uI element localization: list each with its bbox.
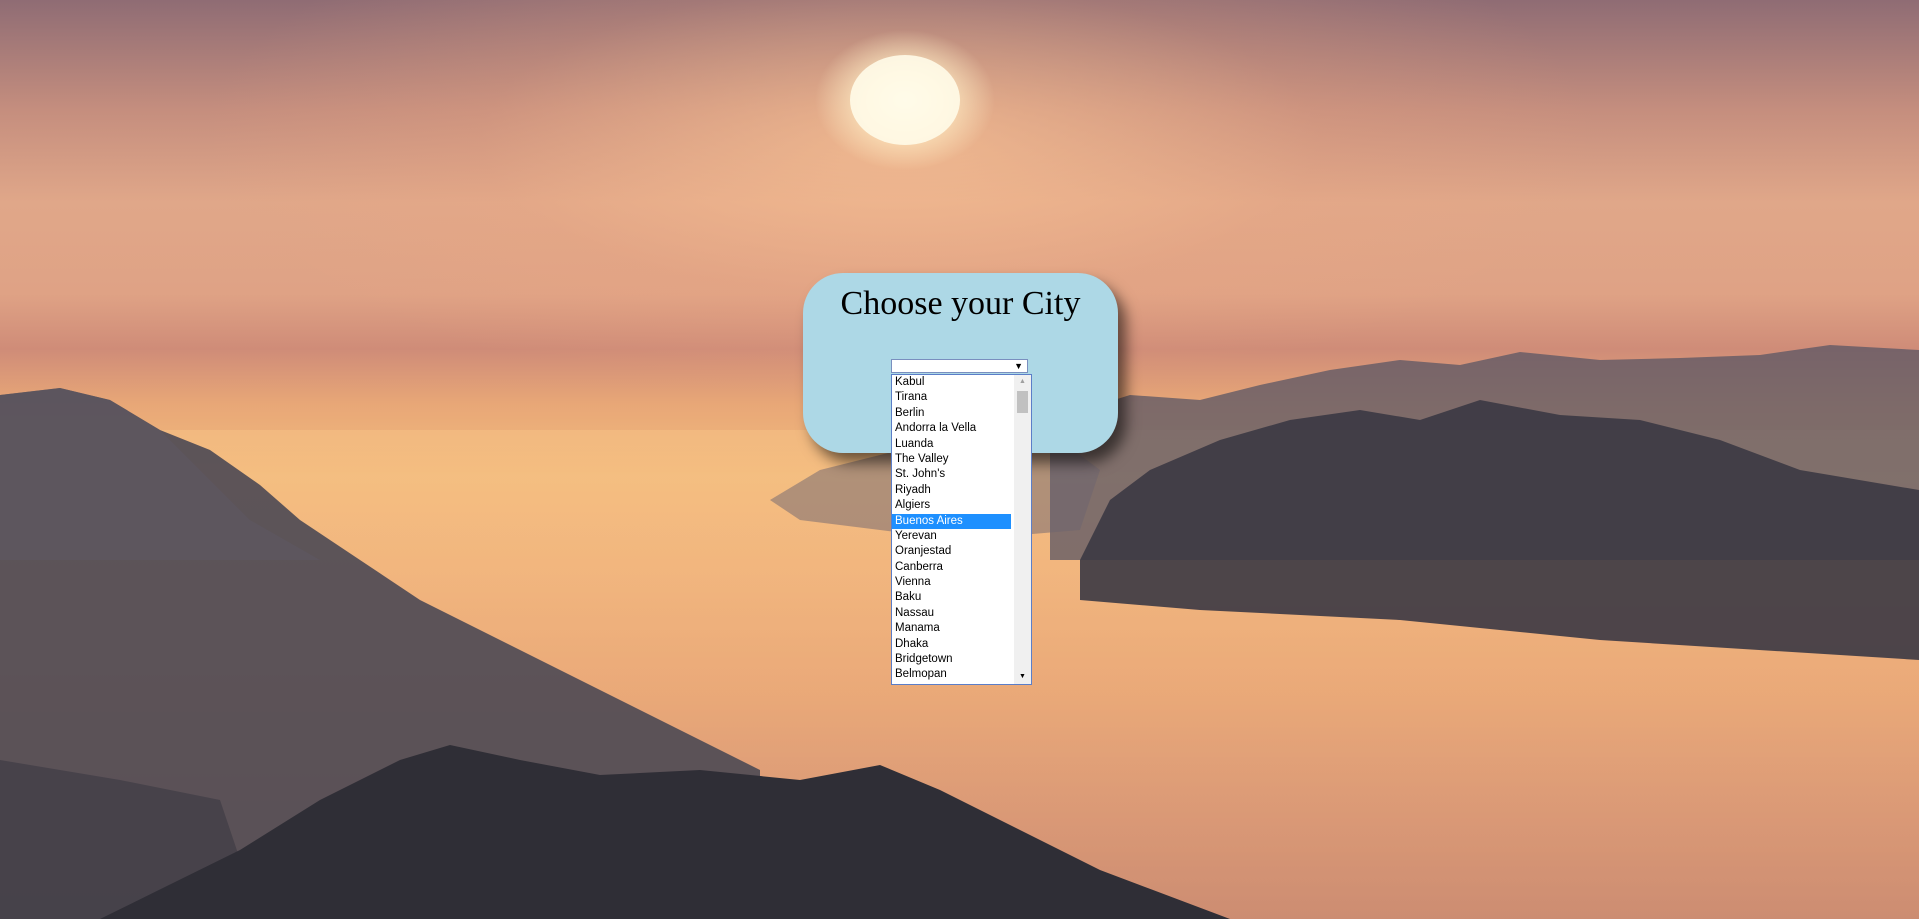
dropdown-option[interactable]: Nassau [892,606,1011,621]
dropdown-option[interactable]: Dhaka [892,637,1011,652]
dropdown-option[interactable]: Canberra [892,560,1011,575]
dropdown-option[interactable]: Baku [892,590,1011,605]
dropdown-option[interactable]: Luanda [892,437,1011,452]
city-dropdown-list[interactable]: Kabul Tirana Berlin Andorra la Vella Luanda T… [891,374,1032,685]
dropdown-option[interactable]: St. John's [892,467,1011,482]
dropdown-scrollbar[interactable]: ▲ ▼ [1014,375,1031,684]
dropdown-option[interactable]: Kabul [892,375,1011,390]
dropdown-option[interactable]: Yerevan [892,529,1011,544]
city-select[interactable]: ▼ [891,359,1028,373]
dropdown-option[interactable]: Buenos Aires [892,513,1011,529]
dropdown-option[interactable]: Belmopan [892,667,1011,682]
dropdown-option[interactable]: Riyadh [892,483,1011,498]
dropdown-option[interactable]: Berlin [892,406,1011,421]
dropdown-arrow-icon[interactable]: ▼ [1014,360,1023,373]
page-title: Choose your City [840,285,1081,322]
option-list: Kabul Tirana Berlin Andorra la Vella Luanda T… [892,375,1031,683]
scroll-down-arrow-icon[interactable]: ▼ [1014,670,1031,684]
dropdown-option[interactable]: Bridgetown [892,652,1011,667]
scroll-up-arrow-icon[interactable]: ▲ [1014,375,1031,389]
dropdown-option[interactable]: Vienna [892,575,1011,590]
dropdown-option[interactable]: Andorra la Vella [892,421,1011,436]
dropdown-option[interactable]: The Valley [892,452,1011,467]
dropdown-option[interactable]: Oranjestad [892,544,1011,559]
dropdown-option[interactable]: Manama [892,621,1011,636]
dropdown-option[interactable]: Algiers [892,498,1011,513]
scrollbar-thumb[interactable] [1017,391,1028,413]
dropdown-option[interactable]: Tirana [892,390,1011,405]
